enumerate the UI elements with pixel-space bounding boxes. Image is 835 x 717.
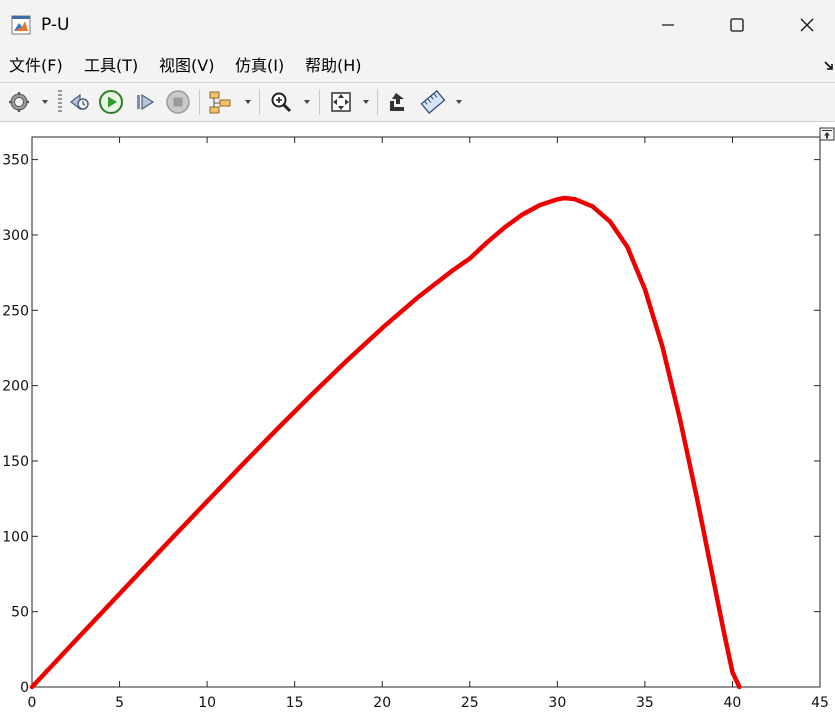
y-tick-label: 300 <box>2 228 29 244</box>
menu-simulation[interactable]: 仿真(I) <box>235 56 284 76</box>
title-bar: P-U <box>0 0 835 50</box>
step-forward-button[interactable] <box>132 89 158 115</box>
signal-hierarchy-icon <box>209 91 231 114</box>
toolbar-grip <box>58 90 62 114</box>
maximize-button[interactable] <box>725 13 749 37</box>
fit-to-view-icon <box>331 92 351 112</box>
settings-gear-icon <box>9 92 29 112</box>
window-title: P-U <box>41 15 70 35</box>
x-tick-label: 30 <box>548 695 566 711</box>
toolbar-separator <box>319 89 320 115</box>
maximize-icon <box>730 18 744 32</box>
restore-view-button[interactable] <box>384 89 410 115</box>
fit-dropdown-icon[interactable] <box>362 98 370 106</box>
fit-to-view-button[interactable] <box>328 89 354 115</box>
signal-hierarchy-button[interactable] <box>207 89 233 115</box>
plot-area <box>31 136 821 688</box>
run-icon <box>99 90 123 114</box>
menu-help[interactable]: 帮助(H) <box>305 56 362 76</box>
toolbar-separator <box>377 89 378 115</box>
minimize-button[interactable] <box>656 13 680 37</box>
menu-file[interactable]: 文件(F) <box>9 56 63 76</box>
stop-icon <box>166 90 190 114</box>
y-tick-label: 100 <box>2 529 29 545</box>
settings-dropdown-icon[interactable] <box>41 98 49 106</box>
signal-dropdown-icon[interactable] <box>244 98 252 106</box>
close-icon <box>800 18 814 32</box>
x-tick-label: 45 <box>811 695 829 711</box>
y-tick-label: 200 <box>2 379 29 395</box>
menu-bar: 文件(F) 工具(T) 视图(V) 仿真(I) 帮助(H) <box>0 50 835 83</box>
restore-view-icon <box>390 93 404 111</box>
zoom-dropdown-icon[interactable] <box>303 98 311 106</box>
stop-button[interactable] <box>165 89 191 115</box>
menu-tools[interactable]: 工具(T) <box>84 56 138 76</box>
minimize-icon <box>662 24 674 26</box>
step-back-button[interactable] <box>66 89 92 115</box>
run-button[interactable] <box>98 89 124 115</box>
step-back-icon <box>70 93 89 111</box>
x-tick-label: 0 <box>28 695 37 711</box>
close-button[interactable] <box>795 13 819 37</box>
y-tick-label: 350 <box>2 153 29 169</box>
measurements-dropdown-icon[interactable] <box>455 98 463 106</box>
matlab-figure-icon <box>11 15 31 35</box>
settings-button[interactable] <box>6 89 32 115</box>
measurements-button[interactable] <box>420 89 446 115</box>
x-tick-label: 40 <box>724 695 742 711</box>
x-tick-label: 25 <box>461 695 479 711</box>
x-tick-label: 10 <box>198 695 216 711</box>
toolbar <box>0 83 835 122</box>
toolbar-separator <box>259 89 260 115</box>
y-tick-label: 50 <box>11 605 29 621</box>
y-tick-label: 0 <box>20 680 29 696</box>
x-tick-label: 15 <box>286 695 304 711</box>
toolbar-separator <box>199 89 200 115</box>
step-forward-icon <box>137 93 155 111</box>
x-tick-label: 20 <box>373 695 391 711</box>
dock-arrow-icon[interactable] <box>823 58 835 72</box>
scope-plot[interactable]: 0 5 10 15 20 25 30 35 40 45 0 50 100 150 200 250 300 350 <box>0 122 835 717</box>
zoom-button[interactable] <box>268 89 294 115</box>
x-tick-label: 35 <box>636 695 654 711</box>
menu-view[interactable]: 视图(V) <box>159 56 214 76</box>
y-tick-label: 250 <box>2 303 29 319</box>
zoom-icon <box>271 92 292 113</box>
y-tick-label: 150 <box>2 454 29 470</box>
x-tick-label: 5 <box>115 695 124 711</box>
measurements-ruler-icon <box>420 90 446 114</box>
